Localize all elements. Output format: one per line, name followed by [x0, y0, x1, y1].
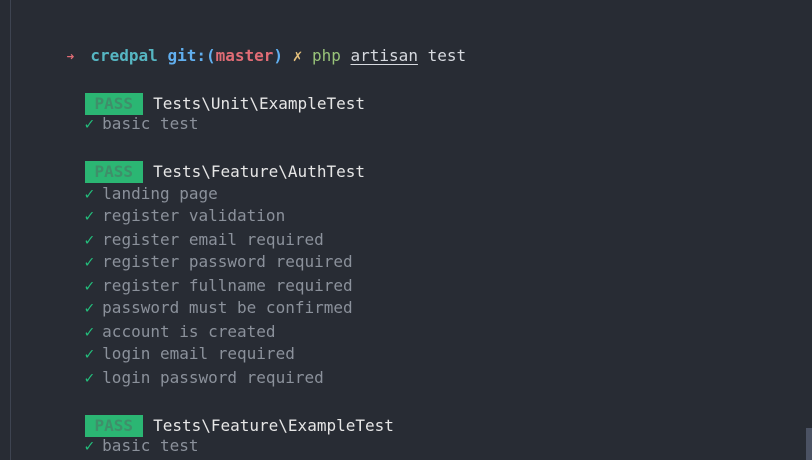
test-result-line: ✓ basic test — [46, 416, 199, 455]
prompt-git-close: ) — [273, 46, 284, 65]
test-result-line: ✓ register password required — [46, 232, 353, 271]
command-arg-test: test — [427, 46, 467, 65]
test-result-line: ✓ basic test — [46, 94, 199, 133]
scrollbar-thumb[interactable] — [806, 428, 812, 460]
prompt-directory: credpal — [90, 46, 158, 65]
check-icon: ✓ — [84, 114, 95, 133]
command-arg-artisan: artisan — [350, 46, 418, 65]
check-icon: ✓ — [84, 368, 95, 387]
test-result-line: ✓ landing page — [46, 164, 218, 203]
dirty-status-icon: ✗ — [292, 46, 303, 65]
test-description: login password required — [102, 368, 324, 387]
shell-prompt-line: ➜ credpal git:(master) ✗ php artisan test — [28, 26, 467, 65]
test-result-line: ✓ register email required — [46, 210, 324, 249]
prompt-git-branch: master — [215, 46, 274, 65]
command-name: php — [311, 46, 341, 65]
test-result-line: ✓ account is created — [46, 302, 276, 341]
terminal-window[interactable]: ➜ credpal git:(master) ✗ php artisan test… — [0, 0, 812, 460]
suite-header: PASS Tests\Unit\ExampleTest — [46, 71, 365, 115]
test-result-line: ✓ register validation — [46, 186, 286, 225]
suite-header: PASS Tests\Feature\ExampleTest — [46, 393, 394, 437]
prompt-arrow-icon: ➜ — [66, 50, 75, 65]
test-result-line: ✓ password must be confirmed — [46, 278, 353, 317]
test-result-line: ✓ register fullname required — [46, 256, 353, 295]
test-result-line: ✓ login email required — [46, 324, 295, 363]
test-description: basic test — [102, 436, 199, 455]
gutter-divider — [10, 0, 11, 460]
suite-header: PASS Tests\Feature\AuthTest — [46, 139, 365, 183]
prompt-git-label: git:( — [167, 46, 216, 65]
check-icon: ✓ — [84, 436, 95, 455]
test-result-line: ✓ login password required — [46, 348, 324, 387]
test-description: basic test — [102, 114, 199, 133]
